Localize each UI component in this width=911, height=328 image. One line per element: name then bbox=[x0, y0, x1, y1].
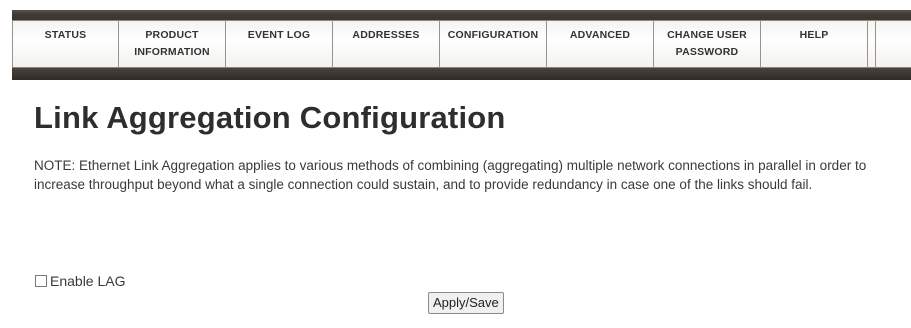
main-content: Link Aggregation Configuration NOTE: Eth… bbox=[34, 100, 904, 194]
nav-item-status-label: STATUS bbox=[44, 29, 87, 41]
nav-item-addresses[interactable]: ADDRESSES bbox=[333, 21, 440, 67]
nav-item-help-label: HELP bbox=[799, 29, 829, 41]
nav-item-change-user-password[interactable]: CHANGE USER PASSWORD bbox=[654, 21, 761, 67]
enable-lag-label: Enable LAG bbox=[50, 273, 126, 289]
enable-lag-checkbox[interactable] bbox=[35, 275, 47, 287]
nav-item-change-user-password-label-2: PASSWORD bbox=[675, 46, 739, 58]
nav-item-addresses-label: ADDRESSES bbox=[352, 29, 420, 41]
nav-item-configuration[interactable]: CONFIGURATION bbox=[440, 21, 547, 67]
page-note: NOTE: Ethernet Link Aggregation applies … bbox=[34, 158, 867, 192]
nav-menu: STATUS PRODUCT INFORMATION EVENT LOG ADD… bbox=[12, 20, 911, 68]
top-strip bbox=[0, 0, 911, 10]
nav-item-configuration-label: CONFIGURATION bbox=[447, 29, 539, 41]
nav-bottom-bar bbox=[12, 68, 911, 80]
nav-item-advanced[interactable]: ADVANCED bbox=[547, 21, 654, 67]
page-title: Link Aggregation Configuration bbox=[34, 100, 506, 135]
nav-item-status[interactable]: STATUS bbox=[12, 21, 119, 67]
nav-item-change-user-password-label-1: CHANGE USER bbox=[667, 29, 747, 41]
enable-lag-option[interactable]: Enable LAG bbox=[35, 273, 126, 289]
nav-item-advanced-label: ADVANCED bbox=[569, 29, 631, 41]
nav-item-product-information-label-2: INFORMATION bbox=[134, 46, 210, 58]
nav-item-help[interactable]: HELP bbox=[761, 21, 868, 67]
nav-item-event-log-label: EVENT LOG bbox=[247, 29, 311, 41]
nav-item-product-information[interactable]: PRODUCT INFORMATION bbox=[119, 21, 226, 67]
navigation-bar: STATUS PRODUCT INFORMATION EVENT LOG ADD… bbox=[12, 10, 911, 80]
nav-item-event-log[interactable]: EVENT LOG bbox=[226, 21, 333, 67]
nav-item-product-information-label-1: PRODUCT bbox=[145, 29, 199, 41]
nav-item-overflow bbox=[868, 21, 876, 67]
apply-save-button[interactable]: Apply/Save bbox=[428, 292, 504, 314]
